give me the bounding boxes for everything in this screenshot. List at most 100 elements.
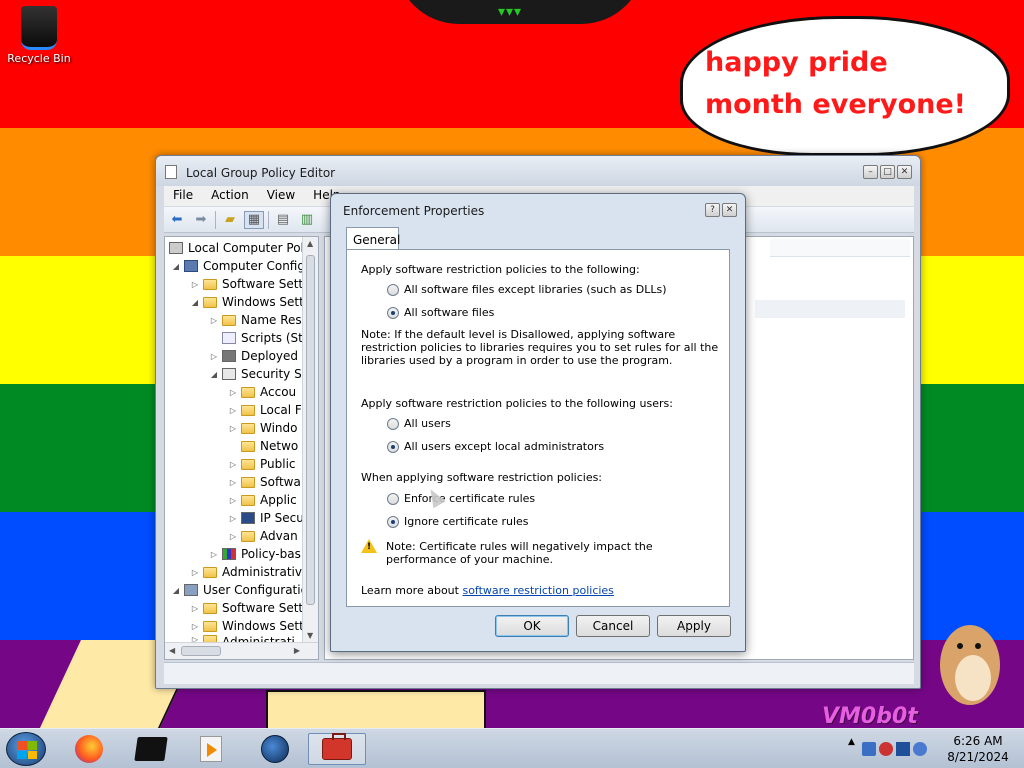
tree-item-user-windows-settings[interactable]: ▷ Windows Sett	[165, 617, 315, 635]
cancel-button[interactable]: Cancel	[576, 615, 650, 637]
start-button[interactable]	[6, 732, 46, 766]
collapse-arrow-icon[interactable]: ◢	[209, 370, 219, 379]
apply-button[interactable]: Apply	[657, 615, 731, 637]
tray-overflow-icon[interactable]: ▲	[848, 737, 858, 761]
expand-arrow-icon[interactable]: ▷	[228, 496, 238, 505]
tree-item-user-software-settings[interactable]: ▷ Software Setti	[165, 599, 315, 617]
tree-item-label: Computer Config	[203, 259, 305, 273]
details-column-header[interactable]	[770, 239, 910, 257]
folder-icon	[241, 530, 255, 542]
radio-enforce-certificate-rules[interactable]: Enforce certificate rules	[387, 492, 535, 505]
menu-view[interactable]: View	[258, 186, 304, 206]
monitor-icon	[134, 737, 168, 761]
collapse-arrow-icon[interactable]: ◢	[190, 298, 200, 307]
properties-icon[interactable]: ▤	[273, 211, 293, 229]
help-button[interactable]: ?	[705, 203, 720, 217]
tree-item-local-policies[interactable]: ▷ Local F	[165, 401, 315, 419]
expand-arrow-icon[interactable]: ▷	[190, 280, 200, 289]
tree-item-ip-security[interactable]: ▷ IP Secu	[165, 509, 315, 527]
minimize-button[interactable]: –	[863, 165, 878, 179]
warning-exclamation: !	[367, 542, 372, 552]
tree-item-user-configuration[interactable]: ◢ User Configuratio	[165, 581, 315, 599]
folder-icon	[241, 422, 255, 434]
tree-item-label: Software Setti	[222, 277, 307, 291]
expand-arrow-icon[interactable]: ▷	[190, 568, 200, 577]
ok-button[interactable]: OK	[495, 615, 569, 637]
tree-item-policy-based-qos[interactable]: ▷ Policy-bas	[165, 545, 315, 563]
tree-item-local-computer-policy[interactable]: Local Computer Polic	[165, 239, 315, 257]
maximize-button[interactable]: □	[880, 165, 895, 179]
scrollbar-thumb[interactable]	[181, 646, 221, 656]
recycle-bin-shortcut[interactable]: Recycle Bin	[6, 6, 72, 65]
radio-all-users[interactable]: All users	[387, 417, 451, 430]
tree-item-scripts[interactable]: Scripts (Sta	[165, 329, 315, 347]
security-shield-icon[interactable]	[879, 742, 893, 756]
up-folder-icon[interactable]: ▰	[220, 211, 240, 229]
tree-item-software-settings[interactable]: ▷ Software Setti	[165, 275, 315, 293]
radio-all-except-admins[interactable]: All users except local administrators	[387, 440, 604, 453]
scrollbar-thumb[interactable]	[306, 255, 315, 605]
back-arrow-icon[interactable]: ⬅	[167, 211, 187, 229]
tree-item-security-settings[interactable]: ◢ Security Se	[165, 365, 315, 383]
tree-item-administrative-templates[interactable]: ▷ Administrativ	[165, 563, 315, 581]
folder-icon	[241, 440, 255, 452]
expand-arrow-icon[interactable]: ▷	[228, 532, 238, 541]
tree-item-public-key[interactable]: ▷ Public	[165, 455, 315, 473]
tree-item-windows-settings[interactable]: ◢ Windows Sett	[165, 293, 315, 311]
expand-arrow-icon[interactable]: ▷	[228, 478, 238, 487]
collapse-arrow-icon[interactable]: ◢	[171, 586, 181, 595]
menu-file[interactable]: File	[164, 186, 202, 206]
display-icon[interactable]	[896, 742, 910, 756]
tree-item-advanced-audit[interactable]: ▷ Advan	[165, 527, 315, 545]
details-row-highlight[interactable]	[755, 300, 905, 318]
tree-vertical-scrollbar[interactable]: ▲ ▼	[302, 237, 318, 642]
taskbar-firefox[interactable]	[64, 733, 114, 765]
radio-label: Ignore certificate rules	[404, 515, 529, 528]
radio-all-software-files[interactable]: All software files	[387, 306, 494, 319]
software-restriction-policies-link[interactable]: software restriction policies	[462, 584, 613, 597]
expand-arrow-icon[interactable]: ▷	[228, 514, 238, 523]
radio-ignore-certificate-rules[interactable]: Ignore certificate rules	[387, 515, 529, 528]
tab-general[interactable]: General	[346, 227, 400, 250]
network-icon[interactable]	[862, 742, 876, 756]
globe-icon	[261, 735, 289, 763]
taskbar-media-player[interactable]	[186, 733, 236, 765]
expand-arrow-icon[interactable]: ▷	[190, 604, 200, 613]
taskbar-globe[interactable]	[250, 733, 300, 765]
tree-item-label: Deployed	[241, 349, 299, 363]
tree-item-software-restriction[interactable]: ▷ Softwa	[165, 473, 315, 491]
close-button[interactable]: ✕	[897, 165, 912, 179]
tree-item-account-policies[interactable]: ▷ Accou	[165, 383, 315, 401]
tree-item-label: Netwo	[260, 439, 299, 453]
clock[interactable]: 6:26 AM 8/21/2024	[938, 733, 1018, 765]
taskbar-monitor[interactable]	[126, 733, 176, 765]
tree-item-windows-firewall[interactable]: ▷ Windo	[165, 419, 315, 437]
expand-arrow-icon[interactable]: ▷	[228, 388, 238, 397]
expand-arrow-icon[interactable]: ▷	[228, 406, 238, 415]
tree-item-computer-configuration[interactable]: ◢ Computer Config	[165, 257, 315, 275]
expand-arrow-icon[interactable]: ▷	[228, 460, 238, 469]
expand-arrow-icon[interactable]: ▷	[209, 550, 219, 559]
tree-item-name-resolution[interactable]: ▷ Name Res	[165, 311, 315, 329]
window-titlebar[interactable]: Local Group Policy Editor – □ ✕	[156, 156, 920, 186]
tree-item-deployed-printers[interactable]: ▷ Deployed	[165, 347, 315, 365]
tree-item-application-control[interactable]: ▷ Applic	[165, 491, 315, 509]
tree-item-network-list[interactable]: Netwo	[165, 437, 315, 455]
expand-arrow-icon[interactable]: ▷	[228, 424, 238, 433]
dialog-close-button[interactable]: ✕	[722, 203, 737, 217]
collapse-arrow-icon[interactable]: ◢	[171, 262, 181, 271]
forward-arrow-icon[interactable]: ➡	[191, 211, 211, 229]
volume-icon[interactable]	[913, 742, 927, 756]
expand-arrow-icon[interactable]: ▷	[190, 622, 200, 631]
computer-icon	[184, 260, 198, 272]
learn-more-text: Learn more about software restriction po…	[361, 584, 614, 597]
tree-horizontal-scrollbar[interactable]: ◀ ▶	[165, 642, 318, 659]
export-list-icon[interactable]: ▥	[297, 211, 317, 229]
radio-all-except-libraries[interactable]: All software files except libraries (suc…	[387, 283, 667, 296]
clock-date: 8/21/2024	[947, 750, 1009, 764]
expand-arrow-icon[interactable]: ▷	[209, 352, 219, 361]
menu-action[interactable]: Action	[202, 186, 258, 206]
expand-arrow-icon[interactable]: ▷	[209, 316, 219, 325]
show-hide-tree-icon[interactable]: ▦	[244, 210, 264, 229]
taskbar-group-policy-editor[interactable]	[308, 733, 366, 765]
